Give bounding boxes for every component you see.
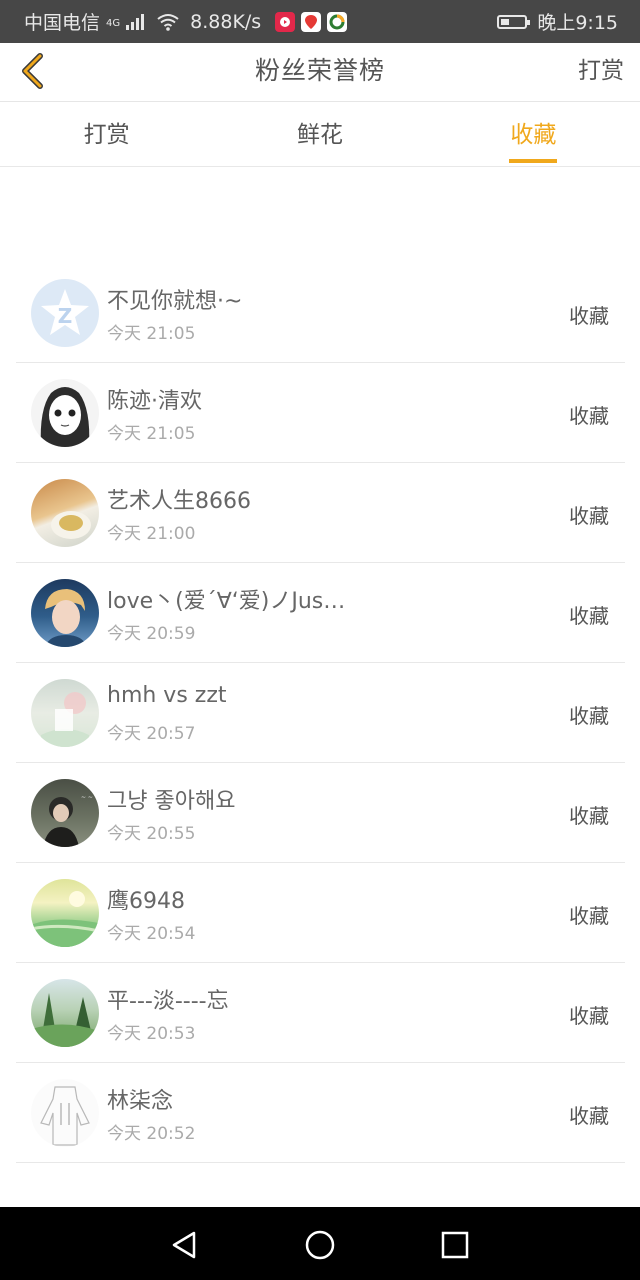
tab-flowers[interactable]: 鲜花 [213,102,426,166]
avatar [31,879,99,947]
list-item[interactable]: 平---淡----忘 今天 20:53 收藏 [16,963,625,1063]
wifi-icon [157,13,179,31]
list-item[interactable]: ~ ~ 그냥 좋아해요 今天 20:55 收藏 [16,763,625,863]
avatar [31,579,99,647]
avatar: Z [31,279,99,347]
tab-label: 鲜花 [296,122,343,148]
timestamp: 今天 20:59 [107,624,196,644]
clock: 晚上9:15 [537,12,618,34]
tab-reward[interactable]: 打赏 [0,102,213,166]
header-bar: 粉丝荣誉榜 打赏 [0,43,640,102]
tab-favorites[interactable]: 收藏 [427,102,640,166]
network-speed: 8.88K/s [190,10,262,33]
list-item[interactable]: 鹰6948 今天 20:54 收藏 [16,863,625,963]
avatar [31,979,99,1047]
action-type: 收藏 [569,604,609,628]
page-title: 粉丝荣誉榜 [254,56,385,85]
timestamp: 今天 20:53 [107,1024,196,1044]
tab-label: 打赏 [83,122,130,148]
browser-app-icon [327,11,348,32]
action-type: 收藏 [569,404,609,428]
list-item[interactable]: 陈迹·清欢 今天 21:05 收藏 [16,363,625,463]
list-item[interactable]: 林柒念 今天 20:52 收藏 [16,1063,625,1163]
list-item[interactable]: hmh vs zzt 今天 20:57 收藏 [16,663,625,763]
recents-square-icon[interactable] [437,1227,473,1263]
list-item[interactable]: love丶(爱´∀‘爱)ノJus… 今天 20:59 收藏 [16,563,625,663]
home-circle-icon[interactable] [302,1227,338,1263]
user-name: 鹰6948 [107,889,185,914]
carrier-label: 中国电信 [24,12,101,34]
timestamp: 今天 20:54 [107,924,196,944]
tab-label: 收藏 [510,122,557,148]
user-name: 艺术人生8666 [107,489,251,514]
timestamp: 今天 21:05 [107,324,196,344]
system-nav-bar [0,1207,640,1280]
avatar: ~ ~ [31,779,99,847]
action-type: 收藏 [569,1004,609,1028]
tab-bar: 打赏 鲜花 收藏 [0,102,640,167]
action-type: 收藏 [569,804,609,828]
user-name: 不见你就想·~ [107,289,243,314]
action-type: 收藏 [569,1104,609,1128]
timestamp: 今天 21:05 [107,424,196,444]
network-type: 4G [106,18,121,29]
list-item[interactable]: 艺术人生8666 今天 21:00 收藏 [16,463,625,563]
user-name: 그냥 좋아해요 [107,789,236,814]
list-item[interactable]: Z 不见你就想·~ 今天 21:05 收藏 [16,263,625,363]
action-type: 收藏 [569,704,609,728]
avatar [31,479,99,547]
timestamp: 今天 20:57 [107,724,196,744]
fan-list: Z 不见你就想·~ 今天 21:05 收藏 陈迹·清欢 今天 21:05 收藏 … [16,263,625,1163]
user-name: 林柒念 [107,1089,174,1114]
user-name: 陈迹·清欢 [107,389,202,414]
avatar [31,1079,99,1147]
user-name: hmh vs zzt [107,683,227,708]
user-name: love丶(爱´∀‘爱)ノJus… [107,589,346,614]
map-app-icon [301,11,322,32]
avatar [31,379,99,447]
action-type: 收藏 [569,904,609,928]
svg-text:Z: Z [58,304,73,328]
timestamp: 今天 21:00 [107,524,196,544]
status-bar: 中国电信 4G 8.88K/s 晚上9:15 [0,0,640,43]
action-type: 收藏 [569,304,609,328]
action-type: 收藏 [569,504,609,528]
video-app-icon [275,11,296,32]
reward-button[interactable]: 打赏 [578,43,624,101]
signal-icon [126,13,145,30]
back-triangle-icon[interactable] [166,1227,202,1263]
user-name: 平---淡----忘 [107,989,229,1014]
avatar [31,679,99,747]
timestamp: 今天 20:55 [107,824,196,844]
timestamp: 今天 20:52 [107,1124,196,1144]
active-tab-indicator [509,159,558,163]
svg-text:~ ~: ~ ~ [81,794,93,801]
battery-icon [497,14,531,29]
